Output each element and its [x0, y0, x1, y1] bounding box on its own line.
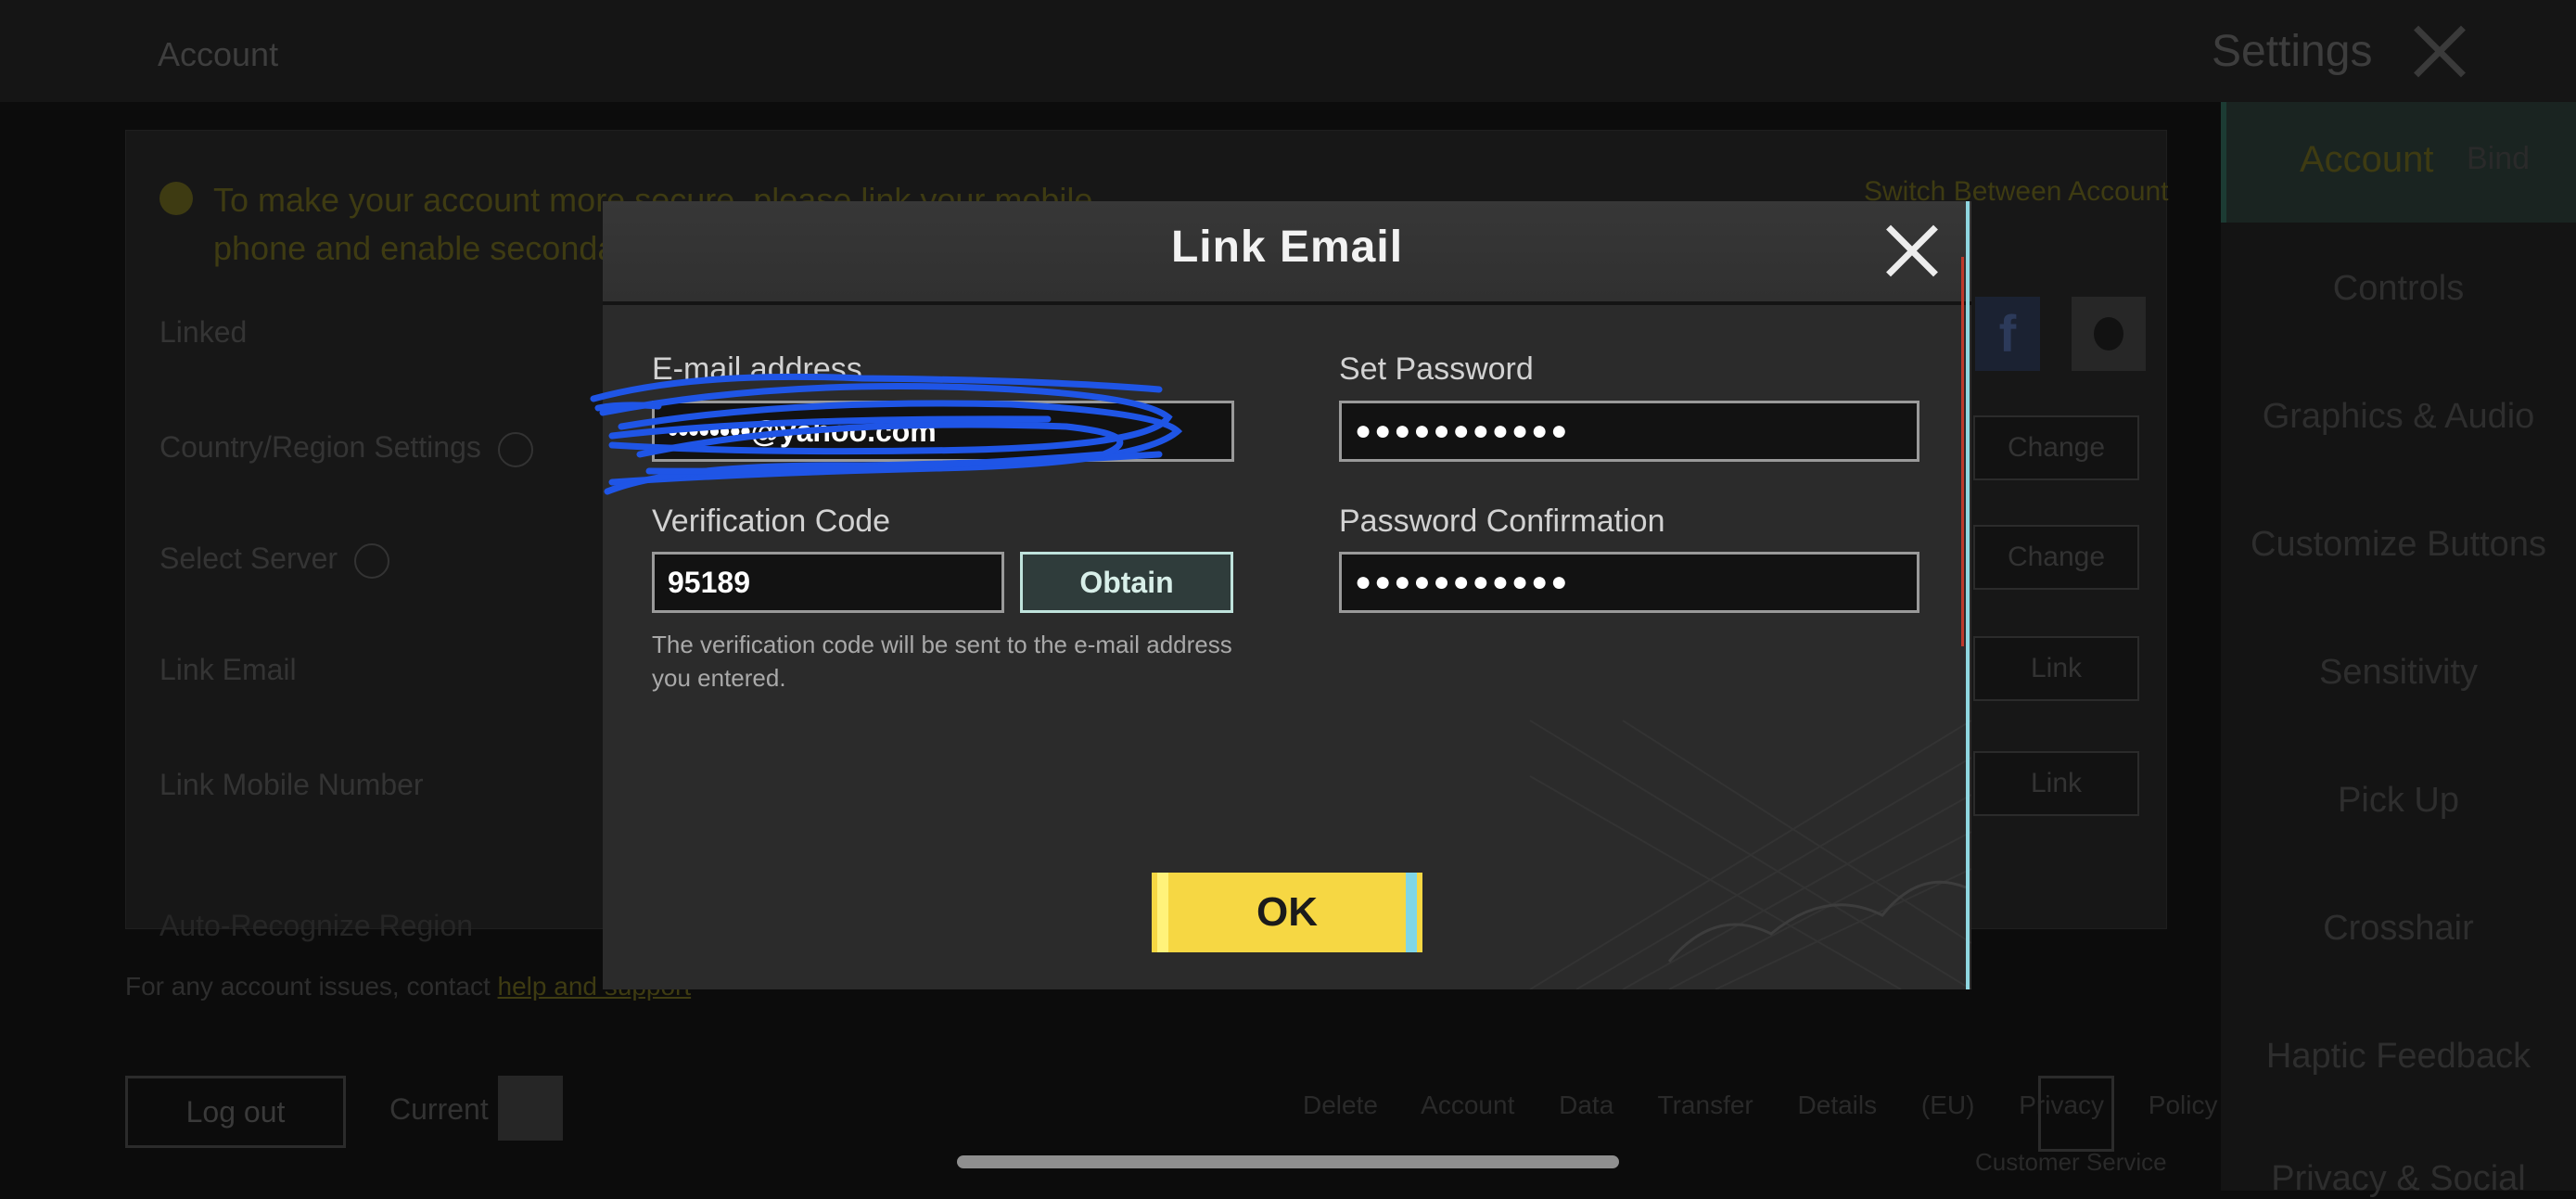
- edge-accent-red: [1961, 257, 1964, 646]
- home-indicator: [957, 1155, 1619, 1168]
- linked-label: Linked: [159, 315, 248, 349]
- link-email-label: Link Email: [159, 653, 297, 686]
- close-icon[interactable]: [1882, 222, 1942, 281]
- apple-icon[interactable]: [2072, 297, 2146, 371]
- sidebar-item-graphics-audio[interactable]: Graphics & Audio: [2221, 397, 2576, 437]
- sidebar-active-label: Account: [2300, 139, 2434, 180]
- select-server-label: Select Server: [159, 542, 338, 575]
- help-icon[interactable]: [354, 542, 390, 579]
- set-password-label: Set Password: [1339, 351, 1534, 387]
- notice-warning-icon: [159, 182, 193, 215]
- dialog-title: Link Email: [1170, 223, 1404, 272]
- sidebar-item-privacy-social[interactable]: Privacy & Social: [2221, 1159, 2576, 1199]
- country-region-label: Country/Region Settings: [159, 430, 481, 464]
- sidebar-item-controls[interactable]: Controls: [2221, 269, 2576, 309]
- link-mobile-label: Link Mobile Number: [159, 768, 424, 801]
- ok-stripe-right: [1406, 873, 1417, 952]
- settings-sidebar: [2221, 102, 2576, 1191]
- facebook-icon[interactable]: f: [1975, 297, 2040, 371]
- password-confirmation-label: Password Confirmation: [1339, 504, 1665, 539]
- link-mobile-button[interactable]: Link: [1973, 751, 2139, 816]
- current-account-icon: [498, 1076, 563, 1141]
- select-server-row[interactable]: Select Server: [159, 542, 390, 579]
- footer-text: For any account issues, contact: [125, 972, 491, 1001]
- customer-service-label: Customer Service: [1975, 1148, 2167, 1176]
- sidebar-item-haptic-feedback[interactable]: Haptic Feedback: [2221, 1037, 2576, 1077]
- sidebar-item-crosshair[interactable]: Crosshair: [2221, 909, 2576, 949]
- dialog-header: Link Email: [603, 201, 1971, 305]
- set-password-field[interactable]: ●●●●●●●●●●●: [1339, 401, 1919, 462]
- log-out-button[interactable]: Log out: [125, 1076, 346, 1148]
- extra-row-label: Auto-Recognize Region: [159, 909, 473, 942]
- current-label: Current: [389, 1092, 489, 1126]
- obtain-code-button[interactable]: Obtain: [1020, 552, 1233, 613]
- customer-service-icon[interactable]: [2038, 1076, 2114, 1152]
- link-email-dialog: Link Email E-mail address ••••••••@yahoo…: [603, 201, 1971, 989]
- settings-title: Settings: [2212, 27, 2373, 76]
- sidebar-item-customize-buttons[interactable]: Customize Buttons: [2221, 525, 2576, 565]
- sidebar-item-pick-up[interactable]: Pick Up: [2221, 781, 2576, 821]
- country-region-row[interactable]: Country/Region Settings: [159, 430, 533, 467]
- ok-label: OK: [1256, 889, 1318, 935]
- ok-button[interactable]: OK: [1152, 873, 1422, 952]
- verification-hint: The verification code will be sent to th…: [652, 631, 1232, 692]
- ok-stripe-left: [1157, 873, 1168, 952]
- redaction-scribble: [590, 373, 1183, 495]
- settings-close-icon[interactable]: [2406, 19, 2471, 83]
- password-confirmation-field[interactable]: ●●●●●●●●●●●: [1339, 552, 1919, 613]
- verification-code-field[interactable]: 95189: [652, 552, 1004, 613]
- account-header-title: Account: [158, 35, 279, 73]
- change-region-button[interactable]: Change: [1973, 415, 2139, 480]
- sidebar-tag: Bind: [2467, 141, 2531, 176]
- sidebar-item-sensitivity[interactable]: Sensitivity: [2221, 653, 2576, 693]
- edge-accent: [1966, 201, 1970, 989]
- link-email-button[interactable]: Link: [1973, 636, 2139, 701]
- settings-topbar: [0, 0, 2576, 102]
- change-server-button[interactable]: Change: [1973, 525, 2139, 590]
- help-icon[interactable]: [497, 431, 533, 467]
